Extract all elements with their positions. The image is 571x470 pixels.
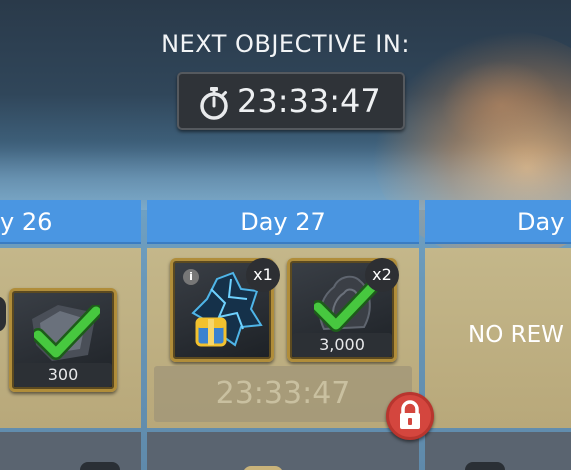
multiplier-badge: x1	[246, 258, 280, 292]
day-27-footer	[147, 432, 419, 470]
checkmark-icon	[34, 305, 100, 360]
next-objective-title: NEXT OBJECTIVE IN:	[161, 30, 410, 58]
day-26-footer	[0, 432, 141, 470]
locked-day-timer: 23:33:47	[154, 366, 412, 422]
day-28-footer	[425, 432, 571, 470]
reward-item-day26[interactable]: 300	[9, 288, 117, 392]
game-screen: NEXT OBJECTIVE IN: 23:33:47 y 26 Day 27 …	[0, 0, 571, 470]
lock-icon[interactable]	[386, 392, 434, 440]
objective-timer-text: 23:33:47	[237, 82, 381, 120]
multiplier-badge: x2	[365, 258, 399, 292]
background-glow-inner	[441, 60, 561, 150]
stopwatch-icon	[200, 87, 228, 120]
objective-timer: 23:33:47	[177, 72, 405, 130]
reward-quantity: 3,000	[292, 333, 392, 357]
day-28-header: Day	[425, 200, 571, 244]
padlock-glyph	[400, 400, 420, 429]
day-27-header: Day 27	[147, 200, 419, 244]
day-26-header: y 26	[0, 200, 141, 244]
no-reward-text: NO REW	[468, 322, 564, 348]
reward-quantity: 300	[14, 363, 112, 387]
